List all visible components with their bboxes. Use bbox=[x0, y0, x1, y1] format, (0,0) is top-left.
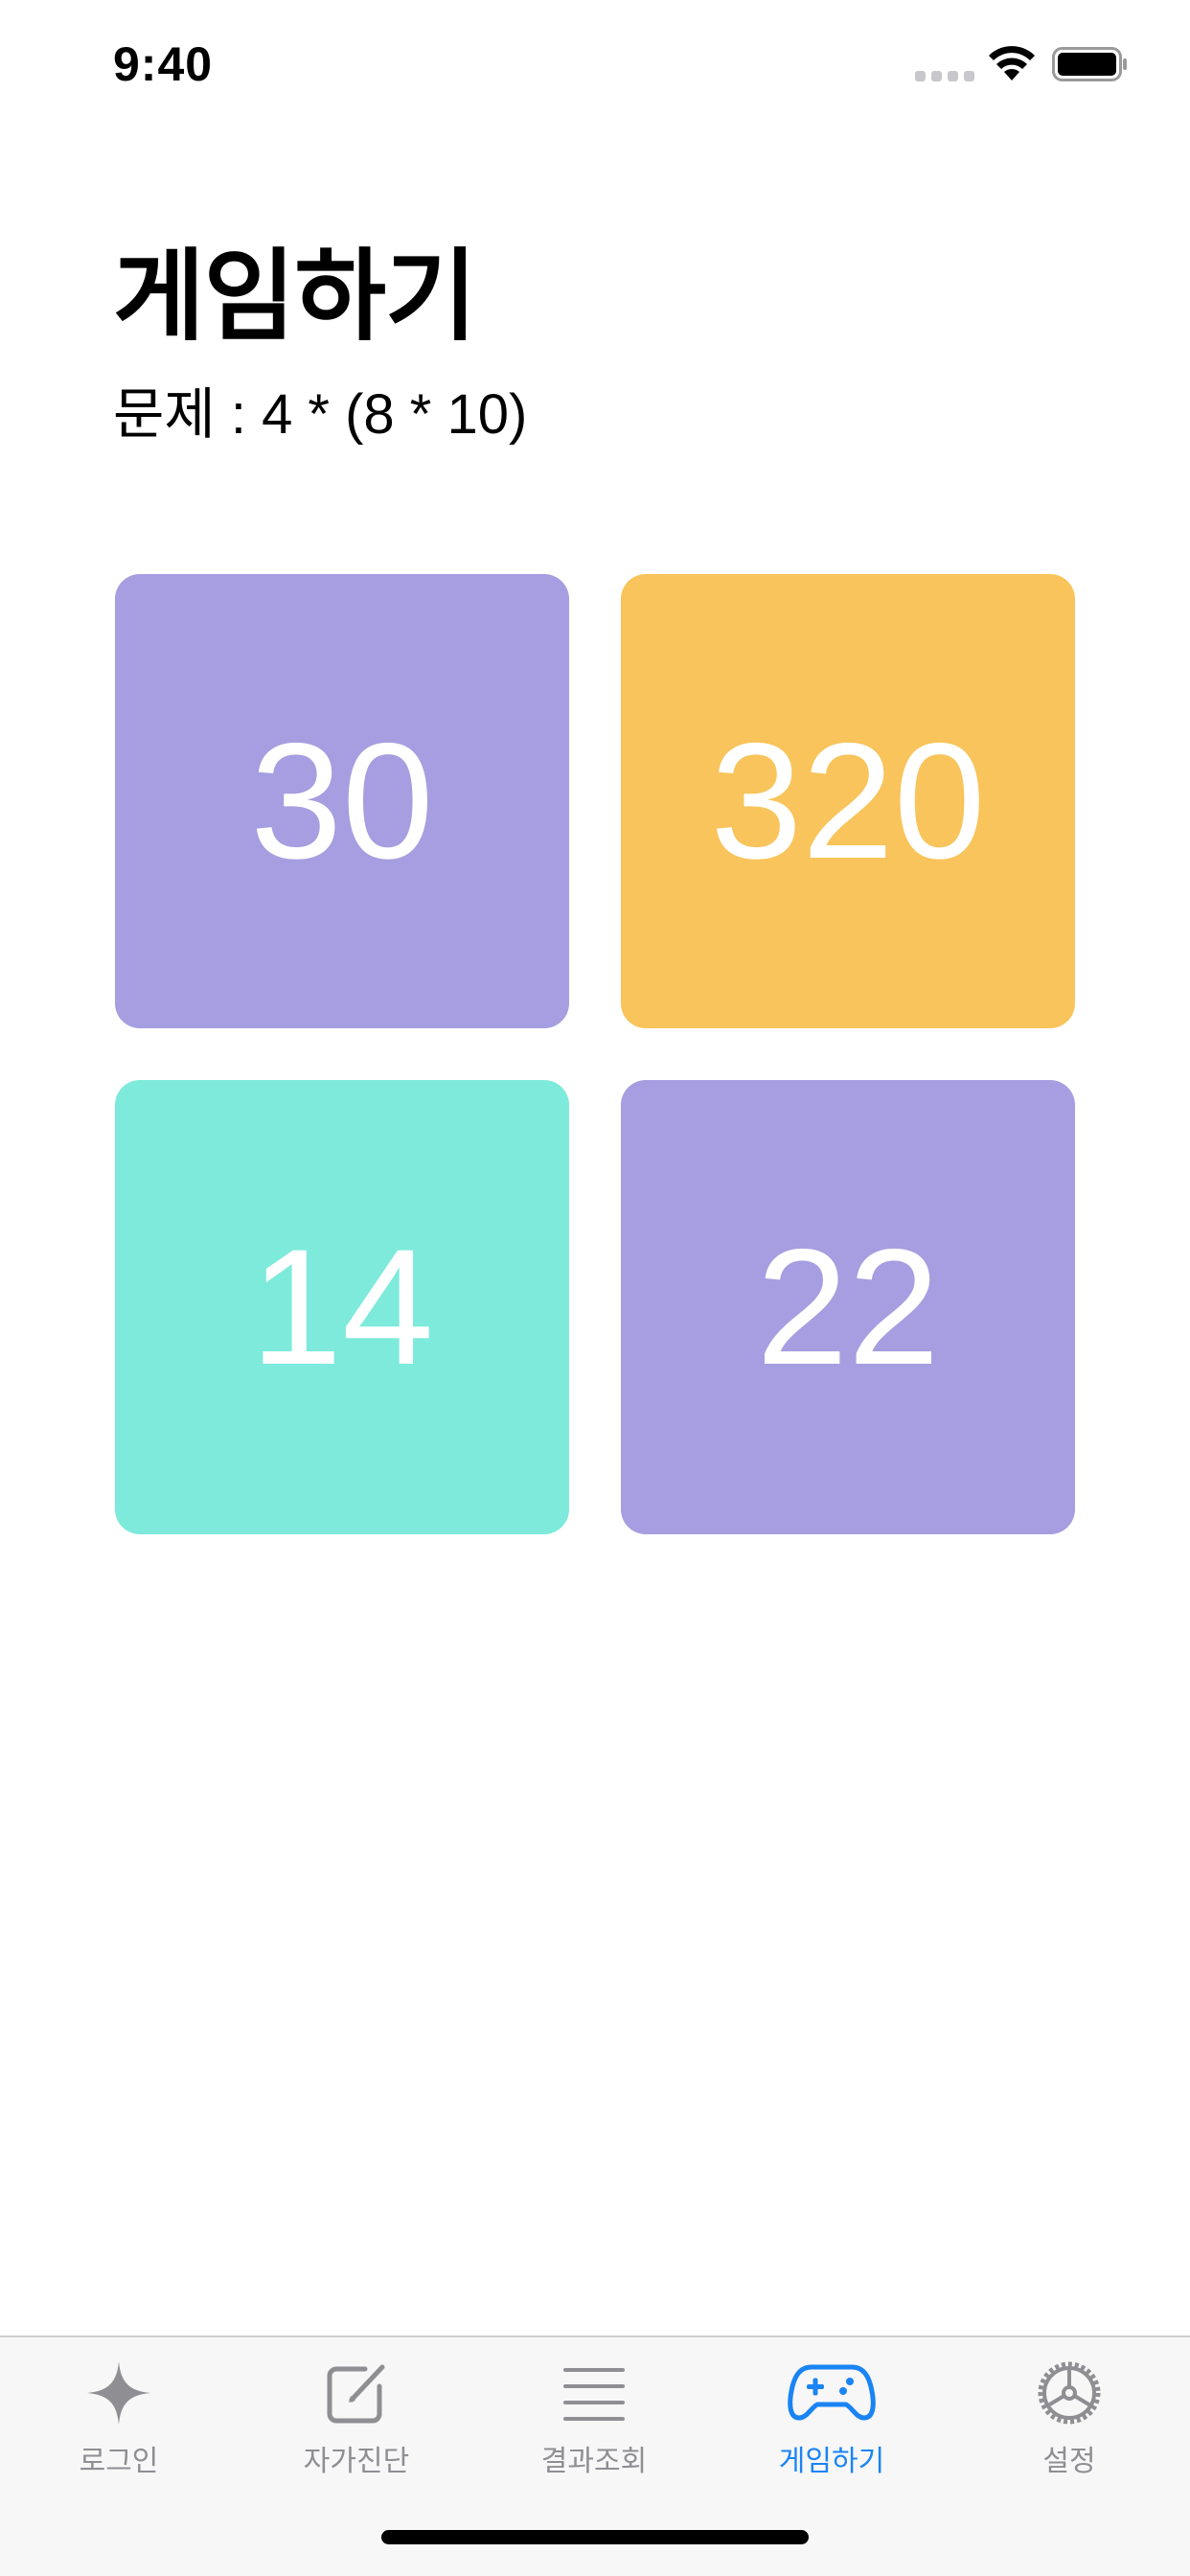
game-screen: 9:40 게임하기 문제 : 4 * (8 * 10) 30 320 14 22 bbox=[0, 0, 1190, 2576]
tab-results[interactable]: 결과조회 bbox=[475, 2355, 713, 2498]
cellular-signal-icon bbox=[915, 71, 974, 81]
status-time: 9:40 bbox=[113, 37, 214, 91]
wifi-icon bbox=[989, 46, 1035, 80]
answer-tile-4[interactable]: 22 bbox=[621, 1080, 1075, 1534]
page-title: 게임하기 bbox=[113, 242, 477, 353]
answer-tile-3[interactable]: 14 bbox=[115, 1080, 569, 1534]
tab-login-label: 로그인 bbox=[79, 2446, 159, 2477]
tab-game[interactable]: 게임하기 bbox=[713, 2355, 950, 2498]
tab-results-label: 결과조회 bbox=[540, 2446, 648, 2477]
tab-self-check[interactable]: 자가진단 bbox=[238, 2355, 475, 2498]
answer-tile-2[interactable]: 320 bbox=[621, 574, 1075, 1028]
tab-settings[interactable]: 설정 bbox=[950, 2355, 1188, 2498]
gamecontroller-icon bbox=[786, 2355, 878, 2431]
answer-tile-1[interactable]: 30 bbox=[115, 574, 569, 1028]
tab-self-check-label: 자가진단 bbox=[303, 2446, 410, 2477]
home-indicator bbox=[381, 2530, 809, 2544]
tab-settings-label: 설정 bbox=[1042, 2446, 1096, 2477]
status-bar: 9:40 bbox=[0, 0, 1190, 126]
tab-game-label: 게임하기 bbox=[778, 2446, 885, 2477]
compose-icon bbox=[310, 2355, 402, 2431]
battery-icon bbox=[1052, 47, 1127, 81]
sparkle-icon bbox=[73, 2355, 165, 2431]
tab-login[interactable]: 로그인 bbox=[0, 2355, 238, 2498]
list-icon bbox=[548, 2355, 640, 2431]
problem-text: 문제 : 4 * (8 * 10) bbox=[113, 383, 528, 446]
gear-icon bbox=[1023, 2355, 1115, 2431]
